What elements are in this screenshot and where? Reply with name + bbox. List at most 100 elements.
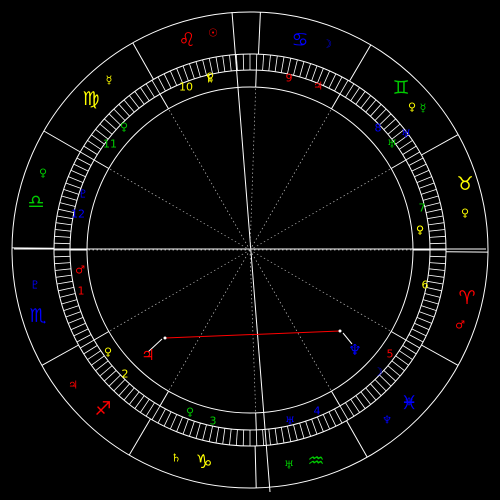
- house-number-7: 7: [419, 202, 426, 215]
- degree-tick: [68, 317, 84, 324]
- house-cusp-line: [108, 168, 251, 251]
- degree-tick: [202, 424, 207, 441]
- degree-tick: [54, 242, 71, 245]
- house-number-10: 10: [179, 81, 193, 94]
- degree-tick: [242, 429, 245, 446]
- degree-tick: [360, 391, 372, 405]
- degree-tick: [428, 268, 445, 271]
- degree-tick: [418, 182, 435, 189]
- degree-tick: [255, 429, 258, 446]
- aspect-end-dot: [163, 336, 167, 340]
- degree-tick: [402, 345, 417, 355]
- degree-tick: [405, 151, 420, 161]
- planet-venus-icon: ♀: [104, 346, 112, 359]
- ruler-mars-icon: ♂: [455, 319, 465, 332]
- degree-tick: [428, 222, 445, 226]
- house-cusp-line: [168, 108, 251, 251]
- degree-tick: [87, 140, 102, 150]
- degree-tick: [73, 328, 89, 337]
- ruler-neptune-icon: ♆: [382, 414, 392, 427]
- house-cusp-line: [249, 249, 392, 332]
- degree-tick: [421, 189, 437, 195]
- sign-aquarius-icon: ♒: [307, 450, 324, 472]
- sign-boundary-line: [254, 445, 257, 488]
- degree-tick: [73, 163, 89, 172]
- ruler-saturn-icon: ♄: [171, 452, 181, 465]
- degree-tick: [429, 262, 446, 265]
- degree-tick: [322, 414, 331, 430]
- planet-venus-icon: ♀: [186, 406, 194, 419]
- degree-tick: [416, 176, 432, 183]
- degree-tick: [274, 55, 278, 72]
- degree-tick: [305, 63, 311, 79]
- degree-tick: [311, 418, 318, 435]
- degree-tick: [268, 55, 271, 72]
- ruler-mercury-icon: ☿: [106, 74, 113, 87]
- degree-tick: [383, 370, 396, 382]
- degree-tick: [182, 65, 189, 82]
- degree-tick: [222, 428, 226, 445]
- degree-tick: [383, 118, 396, 130]
- degree-tick: [365, 99, 377, 113]
- house-cusp-line: [249, 108, 332, 251]
- degree-tick: [229, 428, 232, 445]
- house-number-11: 11: [103, 138, 117, 151]
- sign-capricorn-icon: ♑: [195, 451, 212, 473]
- degree-tick: [189, 421, 195, 437]
- house-cusp-segment: [159, 93, 169, 110]
- degree-tick: [163, 73, 172, 89]
- chart-lines: [11, 11, 489, 493]
- ruler-venus-icon: ♀: [39, 167, 47, 180]
- house-number-9: 9: [286, 72, 293, 85]
- planet-uranus-icon: ♅: [387, 138, 397, 151]
- degree-tick: [104, 370, 117, 382]
- sign-cancer-icon: ♋: [291, 29, 308, 51]
- planet-saturn-icon: ♄: [205, 73, 215, 86]
- degree-tick: [151, 80, 161, 95]
- degree-tick: [104, 118, 117, 130]
- degree-tick: [55, 229, 72, 232]
- degree-tick: [345, 402, 355, 417]
- degree-tick: [61, 299, 78, 305]
- degree-tick: [355, 395, 366, 409]
- degree-tick: [76, 157, 92, 166]
- degree-tick: [268, 428, 271, 445]
- degree-tick: [398, 140, 413, 150]
- degree-tick: [408, 334, 424, 343]
- planet-jupiter-icon: ♃: [141, 346, 154, 364]
- house-cusp-segment: [255, 70, 257, 88]
- degree-tick: [411, 163, 427, 172]
- degree-tick: [365, 387, 377, 401]
- degree-tick: [123, 387, 135, 401]
- degree-tick: [405, 339, 420, 349]
- house-number-12: 12: [71, 208, 85, 221]
- astrology-chart: ♈ ♉ ♊ ♋ ♌ ♍ ♎ ♏ ♐ ♑ ♒ ♓ ♂ ♀ ☿ ☽ ☉ ☿ ♀ ♇ ♃ ♄ ♅ ♆ 1 2 3 4 5 6 7 8 9 10 11 1…: [0, 0, 500, 500]
- degree-tick: [428, 229, 445, 232]
- house-number-4: 4: [314, 405, 321, 418]
- degree-tick: [145, 83, 155, 98]
- degree-tick: [134, 395, 145, 409]
- degree-tick: [215, 56, 220, 73]
- degree-tick: [374, 108, 387, 121]
- degree-tick: [195, 422, 201, 439]
- degree-tick: [402, 145, 417, 155]
- degree-tick: [427, 280, 444, 285]
- degree-tick: [128, 95, 140, 109]
- degree-tick: [63, 189, 79, 195]
- degree-tick: [339, 80, 349, 95]
- degree-tick: [328, 73, 337, 89]
- planet-uranus-icon: ♅: [285, 415, 295, 428]
- degree-tick: [55, 222, 72, 226]
- aspect-lines: [147, 329, 353, 353]
- sign-taurus-icon: ♉: [456, 173, 473, 195]
- degree-tick: [424, 202, 441, 207]
- ruler-sun-icon: ☉: [208, 27, 218, 40]
- degree-tick: [408, 157, 424, 166]
- degree-tick: [157, 408, 166, 424]
- degree-tick: [235, 429, 238, 446]
- degree-tick: [262, 429, 265, 446]
- sign-boundary-line: [421, 344, 459, 366]
- degree-tick: [59, 293, 76, 298]
- degree-tick: [157, 76, 166, 92]
- degree-tick: [118, 383, 130, 396]
